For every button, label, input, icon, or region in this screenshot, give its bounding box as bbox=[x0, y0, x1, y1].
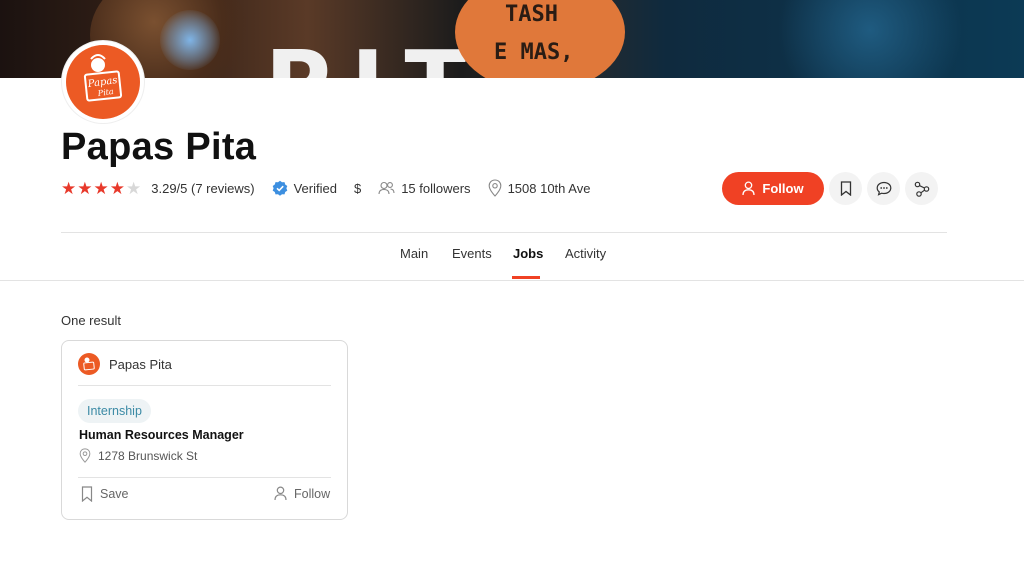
card-divider bbox=[78, 385, 331, 386]
company-logo-icon bbox=[78, 353, 100, 375]
tab-events[interactable]: Events bbox=[452, 246, 492, 280]
share-icon bbox=[914, 181, 929, 197]
follow-label: Follow bbox=[762, 181, 804, 196]
star-icon: ★ bbox=[109, 178, 125, 198]
star-icon: ★ bbox=[77, 178, 93, 198]
star-icon: ★ bbox=[61, 178, 77, 198]
job-card[interactable]: Papas Pita Internship Human Resources Ma… bbox=[61, 340, 348, 520]
banner-sign-line1: TASH bbox=[505, 2, 558, 27]
user-icon bbox=[742, 181, 756, 196]
tabs-divider bbox=[0, 280, 1024, 281]
follow-job-button[interactable]: Follow bbox=[274, 486, 330, 501]
svg-text:Pita: Pita bbox=[96, 87, 114, 98]
result-count: One result bbox=[61, 313, 121, 328]
bookmark-button[interactable] bbox=[829, 172, 862, 205]
message-button[interactable] bbox=[867, 172, 900, 205]
star-icon: ★ bbox=[93, 178, 109, 198]
business-meta: ★ ★ ★ ★ ★ 3.29/5 (7 reviews) Verified $ … bbox=[61, 178, 607, 198]
verified-badge: Verified bbox=[272, 180, 337, 196]
job-title[interactable]: Human Resources Manager bbox=[79, 428, 244, 442]
active-tab-indicator bbox=[512, 276, 540, 279]
star-empty-icon: ★ bbox=[126, 178, 142, 198]
verified-icon bbox=[272, 180, 287, 196]
bookmark-icon bbox=[840, 181, 851, 196]
tab-main[interactable]: Main bbox=[400, 246, 428, 280]
verified-label: Verified bbox=[293, 180, 337, 196]
page-title: Papas Pita bbox=[61, 126, 257, 168]
card-divider bbox=[78, 477, 331, 478]
location-pin-icon bbox=[488, 179, 501, 197]
profile-tabs: Main Events Jobs Activity bbox=[0, 246, 1024, 280]
job-location: 1278 Brunswick St bbox=[79, 448, 197, 463]
papas-pita-logo-icon: Papas Pita bbox=[66, 45, 140, 119]
banner-sign-line2: E MAS, bbox=[494, 40, 574, 65]
job-type-badge: Internship bbox=[78, 399, 151, 423]
save-job-button[interactable]: Save bbox=[81, 486, 129, 502]
message-icon bbox=[876, 181, 891, 196]
share-button[interactable] bbox=[905, 172, 938, 205]
cover-banner: PITA TASH E MAS, bbox=[0, 0, 1024, 78]
bookmark-icon bbox=[81, 486, 93, 502]
business-address[interactable]: 1508 10th Ave bbox=[488, 179, 590, 197]
header-divider bbox=[61, 232, 947, 233]
job-card-company[interactable]: Papas Pita bbox=[78, 353, 172, 375]
location-pin-icon bbox=[79, 448, 91, 463]
company-name: Papas Pita bbox=[109, 356, 172, 372]
tab-jobs[interactable]: Jobs bbox=[513, 246, 543, 280]
user-icon bbox=[274, 486, 287, 501]
business-avatar: Papas Pita bbox=[62, 41, 144, 123]
rating-text[interactable]: 3.29/5 (7 reviews) bbox=[151, 181, 254, 196]
users-icon bbox=[378, 181, 395, 195]
follow-button[interactable]: Follow bbox=[722, 172, 824, 205]
rating-stars: ★ ★ ★ ★ ★ bbox=[61, 180, 141, 197]
followers-count[interactable]: 15 followers bbox=[378, 181, 471, 196]
price-level: $ bbox=[353, 180, 362, 196]
tab-activity[interactable]: Activity bbox=[565, 246, 606, 280]
